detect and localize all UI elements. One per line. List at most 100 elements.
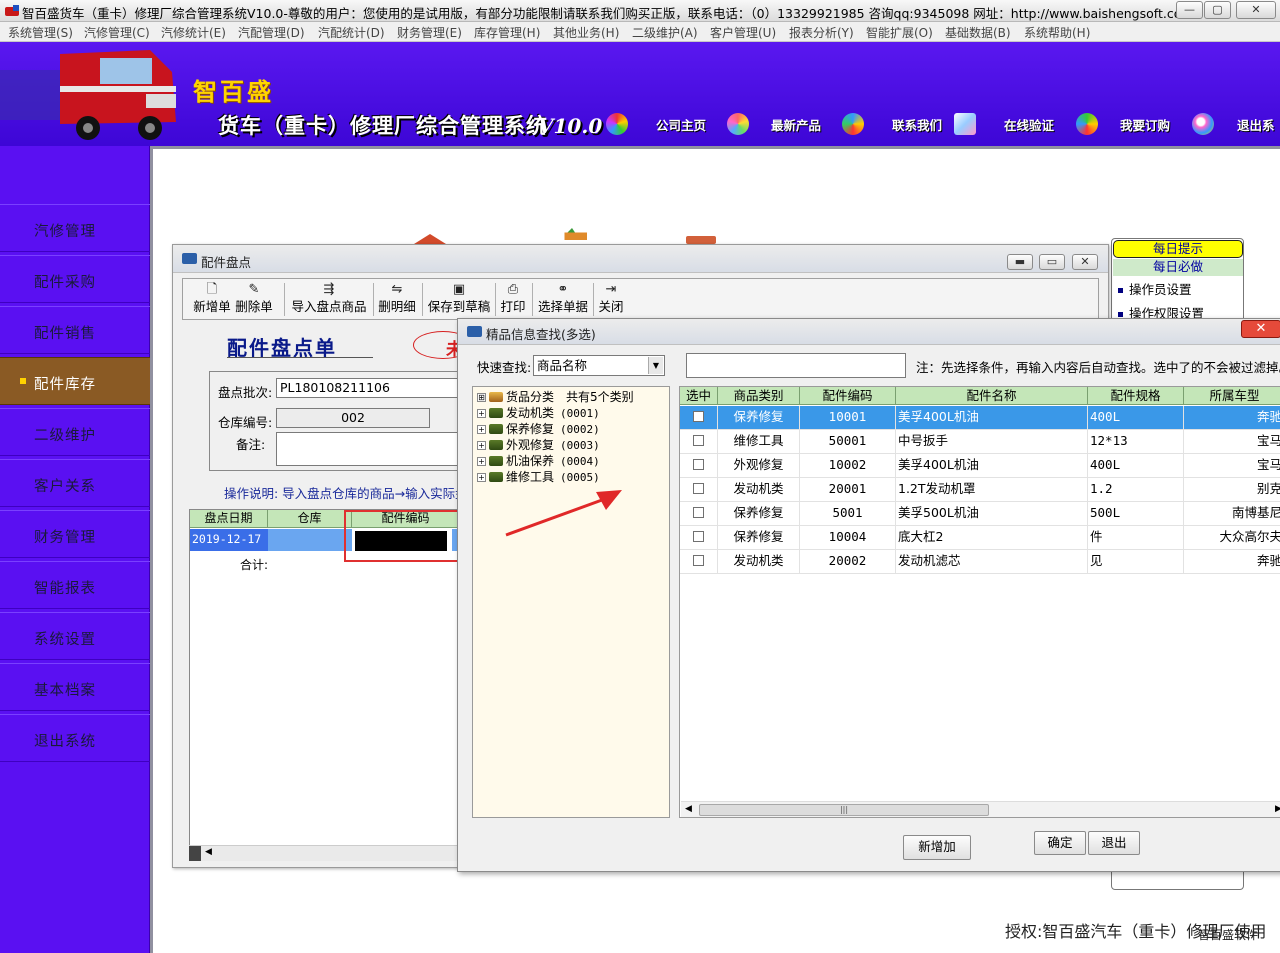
link-new-products[interactable]: 最新产品: [771, 115, 821, 134]
desktop-icon-folder[interactable]: [682, 232, 722, 244]
menu-parts[interactable]: 汽配管理(D): [238, 24, 305, 41]
checkbox-icon[interactable]: [693, 483, 704, 494]
delete-detail-button[interactable]: ⇋ 删明细: [377, 282, 417, 318]
col-header-selected[interactable]: 选中: [680, 387, 718, 405]
add-new-button[interactable]: 新增加: [903, 835, 971, 860]
expand-icon[interactable]: +: [477, 441, 486, 450]
table-row[interactable]: 发动机类 20001 1.2T发动机罩 1.2 别克: [680, 478, 1280, 502]
menu-repair[interactable]: 汽修管理(C): [84, 24, 150, 41]
table-row[interactable]: 保养修复 5001 美孚500L机油 500L 南博基尼: [680, 502, 1280, 526]
chevron-down-icon[interactable]: ▼: [648, 357, 663, 374]
stocktake-grid-hscroll[interactable]: ◀: [189, 845, 459, 861]
sidebar-item-repair[interactable]: 汽修管理: [0, 204, 150, 252]
tree-node[interactable]: + 保养修复 (0002): [477, 421, 600, 437]
link-online-verify[interactable]: 在线验证: [1004, 115, 1054, 134]
scroll-left-icon[interactable]: ◀: [205, 847, 212, 857]
menu-help[interactable]: 系统帮助(H): [1024, 24, 1090, 41]
table-row[interactable]: 外观修复 10002 美孚400L机油 400L 宝马: [680, 454, 1280, 478]
close-window-button[interactable]: ⇥ 关闭: [597, 282, 625, 318]
sidebar-item-settings[interactable]: 系统设置: [0, 612, 150, 660]
batch-field[interactable]: PL180108211106: [276, 378, 470, 398]
scroll-left-icon[interactable]: ◀: [685, 804, 692, 814]
grid-header-warehouse[interactable]: 仓库: [268, 510, 352, 528]
menu-inventory[interactable]: 库存管理(H): [474, 24, 540, 41]
menu-maintenance[interactable]: 二级维护(A): [632, 24, 698, 41]
maximize-button[interactable]: ▢: [1204, 1, 1231, 19]
results-hscroll[interactable]: ◀ ||| ▶: [681, 801, 1280, 817]
close-button[interactable]: ✕: [1236, 1, 1276, 19]
checkbox-icon[interactable]: [693, 531, 704, 542]
tip-item-operator-setup[interactable]: 操作员设置: [1118, 279, 1192, 298]
link-homepage[interactable]: 公司主页: [656, 115, 706, 134]
import-goods-button[interactable]: ⇶ 导入盘点商品: [291, 282, 367, 318]
checkbox-icon[interactable]: [693, 435, 704, 446]
tree-node[interactable]: + 发动机类 (0001): [477, 405, 600, 421]
sidebar-item-parts-sales[interactable]: 配件销售: [0, 306, 150, 354]
menu-system[interactable]: 系统管理(S): [8, 24, 73, 41]
warehouse-field[interactable]: 002: [276, 408, 430, 428]
sidebar-item-maintenance[interactable]: 二级维护: [0, 408, 150, 456]
scroll-right-icon[interactable]: ▶: [1275, 804, 1280, 814]
quick-search-field-select[interactable]: 商品名称 ▼: [533, 355, 665, 376]
search-dialog-close-button[interactable]: ✕: [1241, 320, 1280, 338]
table-row[interactable]: 保养修复 10001 美孚400L机油 400L 奔驰: [680, 406, 1280, 430]
expand-icon[interactable]: +: [477, 473, 486, 482]
menu-customer[interactable]: 客户管理(U): [710, 24, 776, 41]
table-row[interactable]: 保养修复 10004 底大杠2 件 大众高尔夫: [680, 526, 1280, 550]
row-checkbox[interactable]: [680, 454, 718, 478]
minimize-button[interactable]: —: [1176, 1, 1203, 19]
grid-cell-date[interactable]: 2019-12-17: [190, 529, 268, 551]
print-button[interactable]: ⎙ 打印: [499, 282, 527, 318]
col-header-spec[interactable]: 配件规格: [1088, 387, 1184, 405]
remark-field[interactable]: [276, 432, 470, 466]
link-contact-us[interactable]: 联系我们: [892, 115, 942, 134]
checkbox-icon[interactable]: [693, 555, 704, 566]
col-header-name[interactable]: 配件名称: [896, 387, 1088, 405]
new-doc-button[interactable]: 🗋 新增单: [193, 282, 231, 318]
col-header-model[interactable]: 所属车型: [1184, 387, 1280, 405]
select-document-button[interactable]: ⚭ 选择单据: [537, 282, 589, 318]
row-checkbox[interactable]: [680, 430, 718, 454]
sidebar-item-archives[interactable]: 基本档案: [0, 663, 150, 711]
menu-finance[interactable]: 财务管理(E): [397, 24, 462, 41]
checkbox-icon[interactable]: [693, 459, 704, 470]
sidebar-item-customer[interactable]: 客户关系: [0, 459, 150, 507]
sidebar-item-finance[interactable]: 财务管理: [0, 510, 150, 558]
row-checkbox[interactable]: [680, 502, 718, 526]
row-checkbox[interactable]: [680, 478, 718, 502]
quick-search-input[interactable]: [686, 353, 906, 378]
checkbox-icon[interactable]: [693, 411, 704, 422]
row-checkbox[interactable]: [680, 406, 718, 430]
expand-icon[interactable]: +: [477, 409, 486, 418]
menu-basic-data[interactable]: 基础数据(B): [945, 24, 1011, 41]
desktop-icon-house[interactable]: [410, 232, 450, 244]
tree-node[interactable]: + 机油保养 (0004): [477, 453, 600, 469]
tree-node[interactable]: + 外观修复 (0003): [477, 437, 600, 453]
stocktake-minimize-button[interactable]: ▬: [1007, 254, 1033, 270]
grid-header-date[interactable]: 盘点日期: [190, 510, 268, 528]
checkbox-icon[interactable]: [693, 507, 704, 518]
expand-icon[interactable]: +: [477, 425, 486, 434]
link-exit[interactable]: 退出系: [1237, 115, 1275, 134]
col-header-code[interactable]: 配件编码: [800, 387, 896, 405]
stocktake-maximize-button[interactable]: ▭: [1039, 254, 1065, 270]
link-order[interactable]: 我要订购: [1120, 115, 1170, 134]
desktop-icon-box[interactable]: [555, 228, 595, 240]
delete-doc-button[interactable]: ✎ 删除单: [235, 282, 273, 318]
expand-icon[interactable]: ⊞: [477, 393, 486, 402]
exit-button[interactable]: 退出: [1088, 831, 1140, 855]
col-header-category[interactable]: 商品类别: [718, 387, 800, 405]
scroll-thumb[interactable]: |||: [699, 804, 989, 816]
sidebar-item-reports[interactable]: 智能报表: [0, 561, 150, 609]
stocktake-close-button[interactable]: ✕: [1072, 254, 1098, 270]
menu-extensions[interactable]: 智能扩展(O): [866, 24, 933, 41]
expand-icon[interactable]: +: [477, 457, 486, 466]
sidebar-item-parts-inventory[interactable]: 配件库存: [0, 357, 150, 405]
row-checkbox[interactable]: [680, 526, 718, 550]
row-checkbox[interactable]: [680, 550, 718, 574]
tree-root[interactable]: ⊞ 货品分类 共有5个类别: [477, 389, 634, 405]
sidebar-item-exit[interactable]: 退出系统: [0, 714, 150, 762]
menu-reports[interactable]: 报表分析(Y): [789, 24, 854, 41]
ok-button[interactable]: 确定: [1034, 831, 1086, 855]
table-row[interactable]: 发动机类 20002 发动机滤芯 见 奔驰: [680, 550, 1280, 574]
